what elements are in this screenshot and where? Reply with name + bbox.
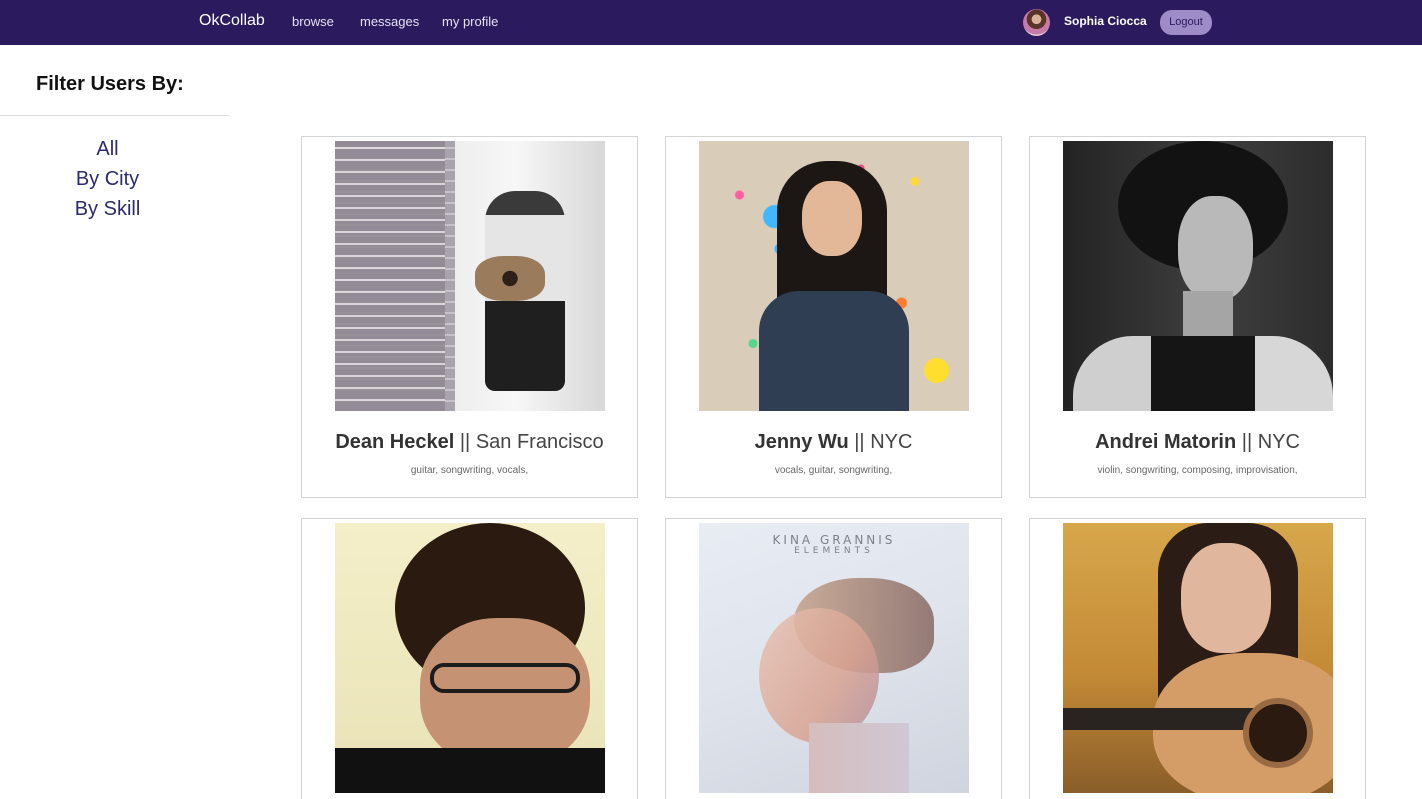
photo-jacket [1073,336,1333,411]
photo-glasses [430,663,580,693]
name-separator: || [1241,431,1253,453]
user-card[interactable] [1029,518,1366,799]
nav-browse-link[interactable]: browse [292,14,334,29]
photo-face [1178,196,1253,301]
user-skills: guitar, songwriting, vocals, [410,465,529,476]
user-name-city[interactable]: Andrei Matorin || NYC [1030,431,1365,454]
user-card[interactable]: KINA GRANNIS ELEMENTS [665,518,1002,799]
user-card[interactable]: Dean Heckel || San Francisco guitar, son… [301,136,638,498]
user-city: NYC [1257,431,1300,453]
photo-top [335,748,605,793]
user-card[interactable] [301,518,638,799]
user-photo[interactable] [335,141,605,411]
current-user-name[interactable]: Sophia Ciocca [1064,14,1147,28]
user-name-city[interactable]: Jenny Wu || NYC [666,431,1001,454]
nav-messages-link[interactable]: messages [360,14,419,29]
user-skills: violin, songwriting, composing, improvis… [1097,465,1298,476]
photo-shirt [759,291,909,411]
user-name: Jenny Wu [754,431,849,453]
photo-neck [809,723,909,793]
filter-all-link[interactable]: All [0,138,215,161]
user-photo[interactable]: KINA GRANNIS ELEMENTS [699,523,969,793]
top-navbar: OkCollab browse messages my profile Soph… [0,0,1422,45]
user-city: NYC [870,431,913,453]
photo-face [420,618,590,768]
photo-guitar-neck [1063,708,1253,730]
user-photo[interactable] [699,141,969,411]
user-card[interactable]: Andrei Matorin || NYC violin, songwritin… [1029,136,1366,498]
photo-album-artist: KINA GRANNIS [772,533,896,547]
filter-by-city-link[interactable]: By City [0,168,215,191]
filter-by-skill-link[interactable]: By Skill [0,198,215,221]
user-name-city[interactable]: Dean Heckel || San Francisco [302,431,637,454]
logout-button[interactable]: Logout [1160,10,1212,35]
photo-guitar-soundhole [1243,698,1313,768]
user-city: San Francisco [475,431,604,453]
brand-logo-link[interactable]: OkCollab [199,12,265,30]
user-card[interactable]: Jenny Wu || NYC vocals, guitar, songwrit… [665,136,1002,498]
photo-album-title: ELEMENTS [794,546,874,556]
user-photo[interactable] [1063,141,1333,411]
user-photo[interactable] [335,523,605,793]
photo-guitar [475,256,545,301]
photo-face [1181,543,1271,653]
filter-title: Filter Users By: [36,73,184,95]
user-skills: vocals, guitar, songwriting, [774,465,893,476]
user-name: Dean Heckel [335,431,455,453]
name-separator: || [459,431,471,453]
user-avatar[interactable] [1023,9,1050,36]
filter-divider [0,115,229,116]
nav-my-profile-link[interactable]: my profile [442,14,498,29]
photo-face [802,181,862,256]
name-separator: || [854,431,865,453]
user-photo[interactable] [1063,523,1333,793]
user-name: Andrei Matorin [1095,431,1237,453]
